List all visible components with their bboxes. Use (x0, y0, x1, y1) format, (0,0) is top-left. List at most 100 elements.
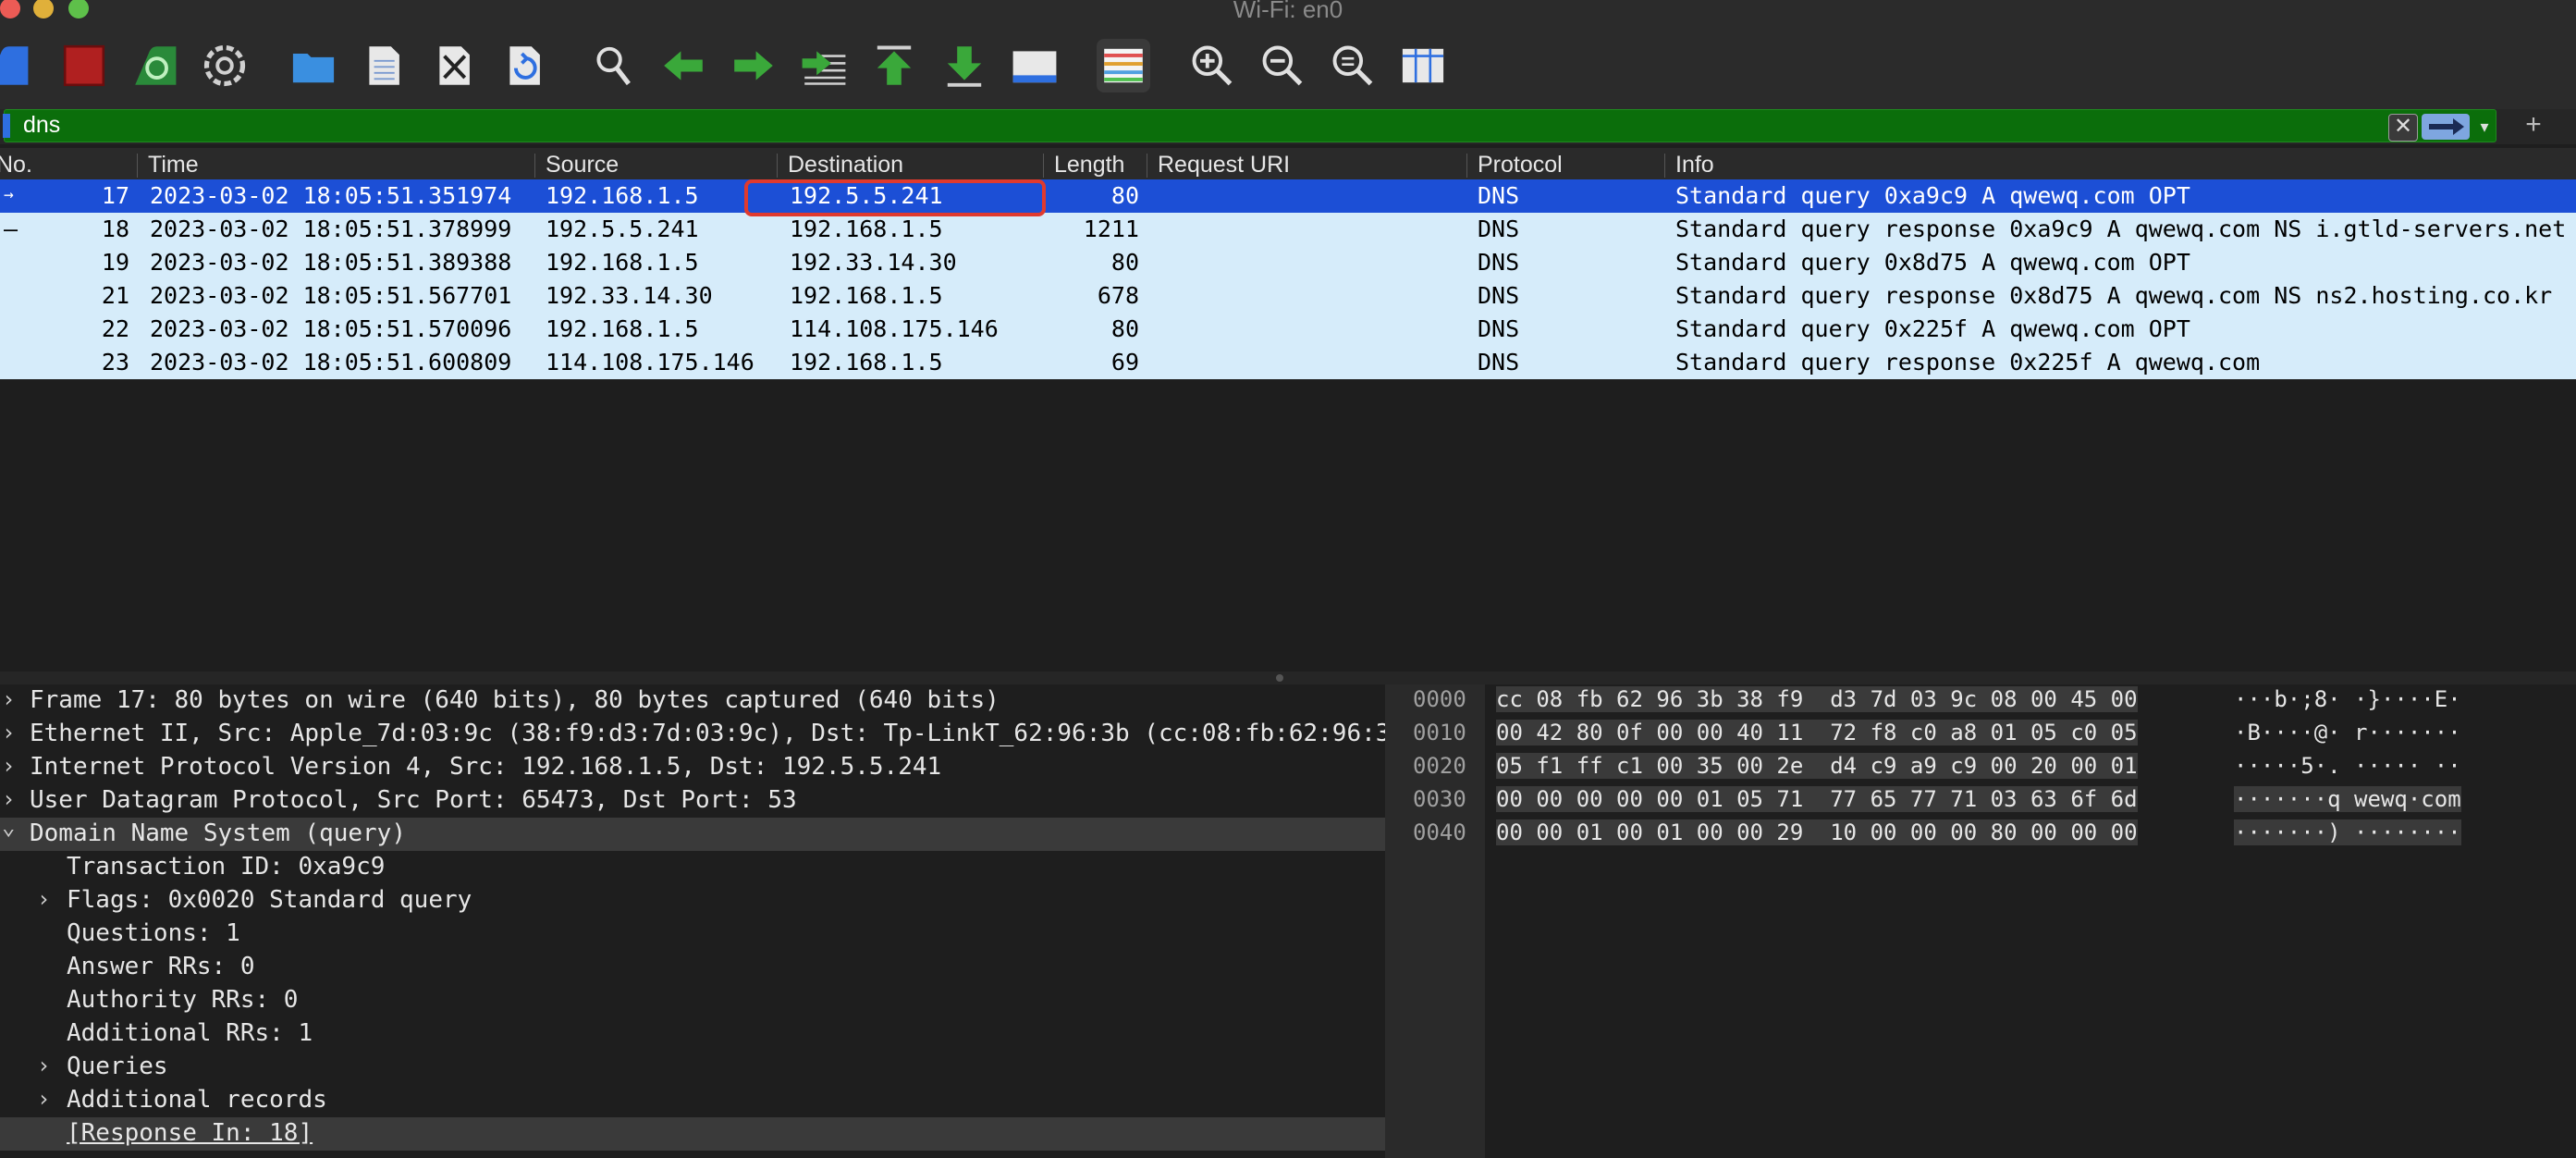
zoom-out-button[interactable] (1256, 39, 1309, 92)
pane-splitter[interactable] (0, 671, 2576, 684)
close-file-button[interactable] (427, 39, 481, 92)
expand-arrow-icon[interactable]: › (37, 886, 50, 912)
main-toolbar (0, 20, 2576, 109)
bytes-ascii[interactable]: ·····5·. ····· ·· (2234, 753, 2461, 779)
column-header-info[interactable]: Info (1675, 152, 1714, 179)
details-row[interactable]: Additional RRs: 1 (0, 1017, 1385, 1051)
normal-size-button[interactable] (1326, 39, 1380, 92)
capture-options-button[interactable] (198, 39, 251, 92)
column-divider[interactable] (1466, 154, 1467, 178)
expand-arrow-icon[interactable]: › (2, 686, 15, 712)
packet-info: Standard query response 0x8d75 A qwewq.c… (1675, 282, 2553, 309)
capture-options-icon (203, 44, 246, 87)
details-row[interactable]: › User Datagram Protocol, Src Port: 65473… (0, 784, 1385, 818)
bytes-ascii[interactable]: ·······) ········ (2234, 819, 2461, 845)
details-row[interactable]: › Additional records (0, 1084, 1385, 1117)
column-divider[interactable] (534, 154, 535, 178)
auto-scroll-icon (1012, 51, 1057, 83)
open-file-icon (292, 54, 335, 83)
auto-scroll-button[interactable] (1008, 39, 1061, 92)
find-packet-button[interactable] (586, 39, 640, 92)
start-capture-button[interactable] (0, 39, 33, 92)
response-in-link[interactable]: [Response In: 18] (67, 1119, 313, 1147)
bytes-offset: 0040 (1413, 819, 1466, 845)
restart-capture-button[interactable] (128, 39, 181, 92)
packet-row[interactable]: 21 2023-03-02 18:05:51.567701 192.33.14.… (0, 279, 2576, 313)
filter-bookmark-icon[interactable] (3, 114, 10, 138)
details-row[interactable]: Questions: 1 (0, 918, 1385, 951)
bytes-hex[interactable]: 00 42 80 0f 00 00 40 11 72 f8 c0 a8 01 0… (1496, 720, 2138, 745)
column-divider[interactable] (1043, 154, 1044, 178)
go-back-icon (664, 51, 703, 80)
packet-row[interactable]: 23 2023-03-02 18:05:51.600809 114.108.17… (0, 346, 2576, 379)
expand-arrow-icon[interactable]: › (2, 720, 15, 745)
packet-source: 192.168.1.5 (546, 315, 699, 342)
packet-destination: 114.108.175.146 (790, 315, 999, 342)
details-row[interactable]: Answer RRs: 0 (0, 951, 1385, 984)
packet-row[interactable]: 19 2023-03-02 18:05:51.389388 192.168.1.… (0, 246, 2576, 279)
stop-capture-button[interactable] (57, 39, 111, 92)
details-row-text: User Datagram Protocol, Src Port: 65473,… (30, 786, 797, 814)
details-row[interactable]: › Flags: 0x0020 Standard query (0, 884, 1385, 918)
filter-history-dropdown[interactable]: ▾ (2475, 114, 2494, 140)
column-header-length[interactable]: Length (1054, 152, 1124, 179)
details-row[interactable]: [Response In: 18] (0, 1117, 1385, 1151)
column-divider[interactable] (137, 154, 138, 178)
apply-filter-button[interactable] (2422, 114, 2470, 140)
details-row[interactable]: Transaction ID: 0xa9c9 (0, 851, 1385, 884)
bytes-hex[interactable]: 05 f1 ff c1 00 35 00 2e d4 c9 a9 c9 00 2… (1496, 753, 2138, 779)
column-header-request-uri[interactable]: Request URI (1158, 152, 1290, 179)
column-divider[interactable] (777, 154, 778, 178)
packet-row[interactable]: 22 2023-03-02 18:05:51.570096 192.168.1.… (0, 313, 2576, 346)
packet-info: Standard query 0xa9c9 A qwewq.com OPT (1675, 182, 2190, 209)
expand-arrow-icon[interactable]: › (2, 753, 15, 779)
resize-columns-button[interactable] (1396, 39, 1450, 92)
column-divider[interactable] (1664, 154, 1665, 178)
packet-row[interactable]: — 18 2023-03-02 18:05:51.378999 192.5.5.… (0, 213, 2576, 246)
go-first-packet-button[interactable] (867, 39, 921, 92)
display-filter-bar: dns ✕ ▾ (0, 109, 2576, 144)
details-row[interactable]: › Ethernet II, Src: Apple_7d:03:9c (38:f9… (0, 718, 1385, 751)
details-row[interactable]: ⌄ Domain Name System (query) (0, 814, 1385, 851)
column-header-protocol[interactable]: Protocol (1478, 152, 1563, 179)
column-header-no[interactable]: No. (0, 152, 32, 179)
bytes-hex[interactable]: cc 08 fb 62 96 3b 38 f9 d3 7d 03 9c 08 0… (1496, 686, 2138, 712)
bytes-ascii[interactable]: ·······q wewq·com (2234, 786, 2461, 812)
packet-protocol: DNS (1478, 315, 1520, 342)
zoom-in-button[interactable] (1185, 39, 1239, 92)
details-row[interactable]: Authority RRs: 0 (0, 984, 1385, 1017)
bytes-hex[interactable]: 00 00 01 00 01 00 00 29 10 00 00 00 80 0… (1496, 819, 2138, 845)
save-file-button[interactable] (357, 39, 411, 92)
details-bytes-splitter[interactable] (1385, 684, 1398, 1158)
details-row[interactable]: › Queries (0, 1051, 1385, 1084)
colorize-button[interactable] (1097, 39, 1150, 92)
packet-protocol: DNS (1478, 216, 1520, 242)
go-back-button[interactable] (656, 39, 710, 92)
bytes-ascii[interactable]: ·B····@· r······· (2234, 720, 2461, 745)
column-header-destination[interactable]: Destination (788, 152, 903, 179)
column-header-time[interactable]: Time (148, 152, 199, 179)
open-file-button[interactable] (287, 39, 340, 92)
splitter-handle-icon[interactable] (1276, 674, 1283, 682)
details-row[interactable]: › Internet Protocol Version 4, Src: 192.1… (0, 751, 1385, 784)
clear-filter-button[interactable]: ✕ (2388, 114, 2418, 142)
expand-arrow-icon[interactable]: › (37, 1053, 50, 1078)
bytes-offset: 0010 (1413, 720, 1466, 745)
details-row[interactable]: › Frame 17: 80 bytes on wire (640 bits), … (0, 684, 1385, 718)
reload-file-button[interactable] (497, 39, 551, 92)
go-forward-button[interactable] (727, 39, 780, 92)
collapse-arrow-icon[interactable]: ⌄ (2, 814, 15, 840)
details-row-text: Queries (67, 1053, 168, 1080)
go-to-packet-button[interactable] (797, 39, 851, 92)
details-row-text: Authority RRs: 0 (67, 986, 299, 1014)
go-last-packet-button[interactable] (938, 39, 991, 92)
expand-arrow-icon[interactable]: › (2, 786, 15, 812)
column-header-source[interactable]: Source (546, 152, 619, 179)
packet-row[interactable]: → 17 2023-03-02 18:05:51.351974 192.168.… (0, 179, 2576, 213)
display-filter-input[interactable]: dns ✕ ▾ (3, 109, 2496, 142)
add-filter-button-icon[interactable]: + (2515, 109, 2552, 142)
packet-list-horizontal-scrollbar[interactable] (0, 649, 2576, 655)
bytes-hex[interactable]: 00 00 00 00 00 01 05 71 77 65 77 71 03 6… (1496, 786, 2138, 812)
bytes-ascii[interactable]: ···b·;8· ·}····E· (2234, 686, 2461, 712)
expand-arrow-icon[interactable]: › (37, 1086, 50, 1112)
